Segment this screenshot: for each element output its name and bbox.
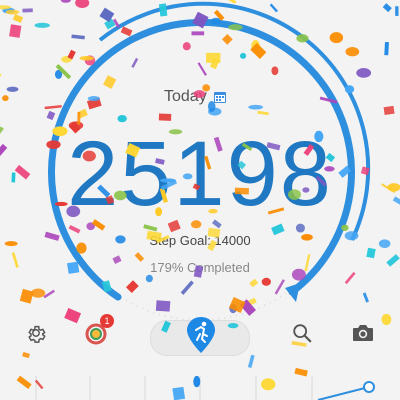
running-person-icon: [187, 317, 215, 353]
camera-icon: [353, 325, 373, 341]
camera-button[interactable]: [346, 316, 380, 350]
chart-line: [317, 386, 370, 400]
settings-button[interactable]: [19, 316, 53, 350]
badges-button[interactable]: 1: [79, 314, 114, 350]
gear-icon: [28, 325, 46, 343]
bottom-toolbar: 1: [0, 310, 400, 356]
progress-pointer-icon: [285, 283, 300, 302]
app-screen: Today 25198 Step Goal: 14000 179% Comple…: [0, 0, 400, 400]
history-chart[interactable]: [0, 360, 400, 400]
date-title[interactable]: Today: [164, 88, 227, 106]
chart-current-point[interactable]: [363, 381, 375, 393]
search-icon: [293, 324, 312, 343]
activity-mode-toggle[interactable]: [150, 317, 250, 356]
step-goal: Step Goal: 14000: [149, 233, 251, 248]
completion-percent: 179% Completed: [150, 260, 250, 275]
notification-badge: 1: [100, 314, 114, 328]
calendar-icon[interactable]: [213, 90, 227, 104]
date-title-label: Today: [164, 88, 207, 105]
search-button[interactable]: [285, 316, 319, 350]
step-count: 25198: [67, 123, 333, 225]
